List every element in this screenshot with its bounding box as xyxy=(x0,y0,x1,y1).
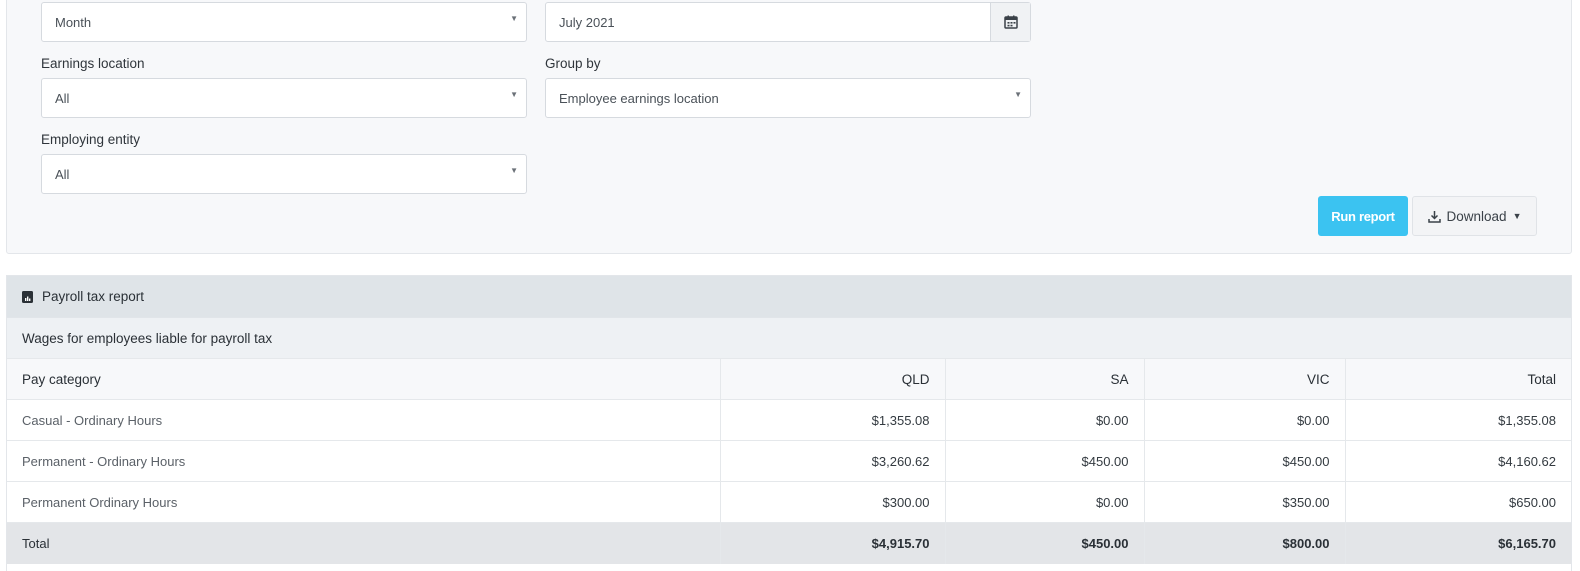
table-total-row: Total $4,915.70 $450.00 $800.00 $6,165.7… xyxy=(7,522,1571,564)
table-cell: $1,355.08 xyxy=(719,399,945,441)
column-header: SA xyxy=(944,358,1144,400)
period-date-value: July 2021 xyxy=(559,14,615,30)
table-cell: $800.00 xyxy=(1143,522,1345,564)
employing-entity-value: All xyxy=(55,166,70,182)
table-cell: $0.00 xyxy=(944,481,1144,523)
group-by-label: Group by xyxy=(545,56,601,71)
table-cell: $1,355.08 xyxy=(1344,399,1571,441)
table-cell: Permanent - Ordinary Hours xyxy=(7,440,720,482)
table-cell: $4,160.62 xyxy=(1344,440,1571,482)
table-cell: $650.00 xyxy=(1344,481,1571,523)
group-by-value: Employee earnings location xyxy=(559,90,719,106)
table-row: Permanent - Ordinary Hours $3,260.62 $45… xyxy=(7,440,1571,482)
table-row: Casual - Ordinary Hours $1,355.08 $0.00 … xyxy=(7,399,1571,441)
table-cell: $450.00 xyxy=(944,522,1144,564)
download-button[interactable]: Download ▼ xyxy=(1412,196,1537,236)
period-date-input[interactable]: July 2021 xyxy=(545,2,1031,42)
report-icon xyxy=(22,290,33,303)
period-type-select[interactable]: Month ▼ xyxy=(41,2,527,42)
table-cell: $350.00 xyxy=(1143,481,1345,523)
calendar-icon xyxy=(1003,15,1018,29)
table-cell: $0.00 xyxy=(944,399,1144,441)
download-icon xyxy=(1427,210,1441,223)
calendar-button[interactable] xyxy=(990,3,1030,41)
table-cell: Permanent Ordinary Hours xyxy=(7,481,720,523)
run-report-button[interactable]: Run report xyxy=(1318,196,1408,236)
table-cell: $450.00 xyxy=(1143,440,1345,482)
chevron-down-icon: ▼ xyxy=(1512,211,1522,221)
earnings-location-select[interactable]: All ▼ xyxy=(41,78,527,118)
table-cell: $4,915.70 xyxy=(719,522,945,564)
table-header-row: Pay category QLD SA VIC Total xyxy=(7,358,1571,400)
chevron-down-icon: ▼ xyxy=(510,166,518,175)
report-title: Payroll tax report xyxy=(42,289,145,304)
download-label: Download xyxy=(1446,208,1507,224)
group-by-select[interactable]: Employee earnings location ▼ xyxy=(545,78,1031,118)
chevron-down-icon: ▼ xyxy=(510,14,518,23)
table-cell: $0.00 xyxy=(1143,399,1345,441)
employing-entity-select[interactable]: All ▼ xyxy=(41,154,527,194)
report-subtitle: Wages for employees liable for payroll t… xyxy=(7,317,1571,358)
table-cell: $6,165.70 xyxy=(1344,522,1571,564)
table-cell: Casual - Ordinary Hours xyxy=(7,399,720,441)
period-type-value: Month xyxy=(55,14,92,30)
table-cell: $450.00 xyxy=(944,440,1144,482)
column-header: VIC xyxy=(1143,358,1345,400)
earnings-location-value: All xyxy=(55,90,70,106)
earnings-location-label: Earnings location xyxy=(41,56,145,71)
column-header: Pay category xyxy=(7,358,720,400)
table-cell: Total xyxy=(7,522,720,564)
chevron-down-icon: ▼ xyxy=(1014,90,1022,99)
table-row: Permanent Ordinary Hours $300.00 $0.00 $… xyxy=(7,481,1571,523)
table-cell: $3,260.62 xyxy=(719,440,945,482)
column-header: QLD xyxy=(719,358,945,400)
table-cell: $300.00 xyxy=(719,481,945,523)
payroll-tax-table: Pay category QLD SA VIC Total Casual - O… xyxy=(7,358,1571,564)
payroll-tax-report: Payroll tax report Wages for employees l… xyxy=(6,275,1572,571)
report-header: Payroll tax report xyxy=(7,276,1571,317)
column-header: Total xyxy=(1344,358,1571,400)
chevron-down-icon: ▼ xyxy=(510,90,518,99)
employing-entity-label: Employing entity xyxy=(41,132,141,147)
